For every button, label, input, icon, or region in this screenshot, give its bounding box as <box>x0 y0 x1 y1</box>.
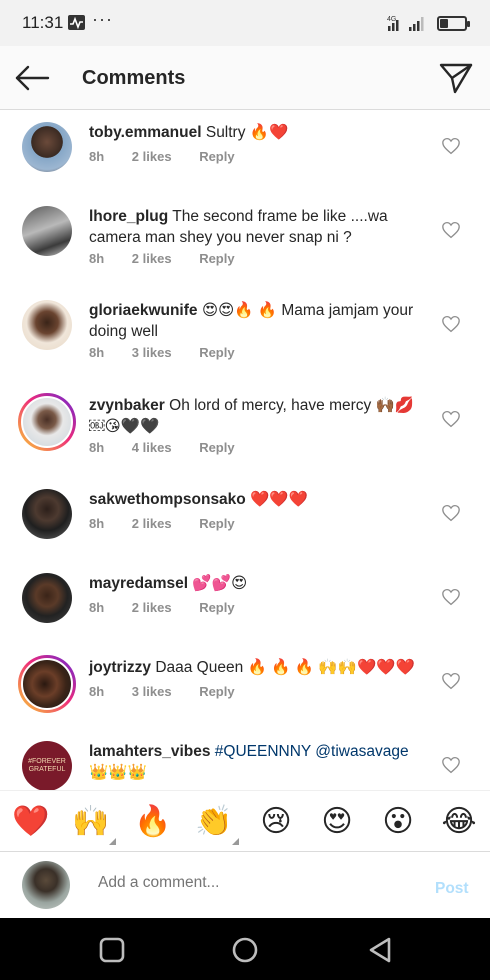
emoji-surprised-face[interactable]: 😮 <box>378 802 418 842</box>
avatar[interactable] <box>22 122 72 172</box>
status-bar: 11:31 ··· 4G <box>0 0 490 46</box>
avatar[interactable] <box>22 489 72 539</box>
emoji-clapping-hands[interactable]: 👏 <box>194 802 234 842</box>
comment-username[interactable]: mayredamsel <box>89 575 188 592</box>
comment-text: toby.emmanuel Sultry 🔥❤️ <box>89 122 429 143</box>
comment-likes[interactable]: 2 likes <box>132 149 172 164</box>
heart-outline-icon[interactable] <box>441 756 461 774</box>
network-type-label: 4G <box>387 16 396 23</box>
comment-body: 👑👑👑 <box>89 764 147 781</box>
post-button[interactable]: Post <box>435 880 469 898</box>
heart-outline-icon[interactable] <box>441 315 461 333</box>
comment-likes[interactable]: 2 likes <box>132 600 172 615</box>
skin-tone-indicator-icon <box>109 838 116 845</box>
emoji-tears-of-joy[interactable]: 😂 <box>439 802 479 842</box>
comment-body: Daaa Queen 🔥 🔥 🔥 🙌🙌❤️❤️❤️ <box>151 659 415 676</box>
paper-plane-icon[interactable] <box>438 61 474 95</box>
comment-meta: 8h 3 likes Reply <box>89 345 259 360</box>
comment-username[interactable]: sakwethompsonsako <box>89 491 246 508</box>
comment-text: lamahters_vibes #QUEENNNY @tiwasavage 👑👑… <box>89 741 429 783</box>
comment-username[interactable]: zvynbaker <box>89 397 165 414</box>
comment-time: 8h <box>89 516 105 531</box>
avatar[interactable] <box>22 573 72 623</box>
emoji-fire[interactable]: 🔥 <box>133 802 173 842</box>
comment-time: 8h <box>89 600 105 615</box>
comment-meta: 8h 2 likes Reply <box>89 149 259 164</box>
comment-text: lhore_plug The second frame be like ....… <box>89 206 429 248</box>
comment-time: 8h <box>89 440 105 455</box>
comment-time: 8h <box>89 149 105 164</box>
comment-username[interactable]: toby.emmanuel <box>89 124 202 141</box>
comment-hashtag-mention[interactable]: #QUEENNNY @tiwasavage <box>211 743 409 760</box>
avatar[interactable] <box>22 206 72 256</box>
comment-time: 8h <box>89 345 105 360</box>
signal-icon: 4G <box>387 14 433 32</box>
comment-text: gloriaekwunife 😍😍🔥 🔥 Mama jamjam your do… <box>89 300 429 342</box>
emoji-reaction-bar: ❤️ 🙌 🔥 👏 😢 😍 😮 😂 <box>0 790 490 852</box>
recent-apps-icon[interactable] <box>97 935 127 965</box>
reply-button[interactable]: Reply <box>199 149 234 164</box>
comment-likes[interactable]: 3 likes <box>132 684 172 699</box>
page-title: Comments <box>82 67 186 89</box>
comment-likes[interactable]: 3 likes <box>132 345 172 360</box>
current-user-avatar <box>22 861 70 909</box>
reply-button[interactable]: Reply <box>199 440 234 455</box>
avatar-story-ring[interactable] <box>18 655 76 713</box>
comment-meta: 8h 3 likes Reply <box>89 684 259 699</box>
skin-tone-indicator-icon <box>232 838 239 845</box>
emoji-heart[interactable]: ❤️ <box>11 802 51 842</box>
emoji-heart-eyes[interactable]: 😍 <box>317 802 357 842</box>
comment-body: ❤️❤️❤️ <box>245 491 308 508</box>
avatar[interactable]: #FOREVER GRATEFUL <box>22 741 72 791</box>
comment-input[interactable] <box>98 874 398 892</box>
comment-text: zvynbaker Oh lord of mercy, have mercy 🙌… <box>89 395 429 437</box>
comment-text: sakwethompsonsako ❤️❤️❤️ <box>89 489 429 510</box>
reply-button[interactable]: Reply <box>199 251 234 266</box>
activity-icon <box>68 15 85 30</box>
comment-meta: 8h 2 likes Reply <box>89 600 259 615</box>
heart-outline-icon[interactable] <box>441 504 461 522</box>
avatar[interactable] <box>22 300 72 350</box>
comments-header: Comments <box>0 46 490 110</box>
reply-button[interactable]: Reply <box>199 684 234 699</box>
heart-outline-icon[interactable] <box>441 672 461 690</box>
more-status-icon: ··· <box>92 9 113 29</box>
comment-meta: 8h 2 likes Reply <box>89 516 259 531</box>
comment-likes[interactable]: 4 likes <box>132 440 172 455</box>
heart-outline-icon[interactable] <box>441 137 461 155</box>
comment-username[interactable]: lamahters_vibes <box>89 743 211 760</box>
emoji-crying-face[interactable]: 😢 <box>256 802 296 842</box>
back-icon[interactable] <box>365 935 395 965</box>
heart-outline-icon[interactable] <box>441 410 461 428</box>
emoji-raised-hands[interactable]: 🙌 <box>71 802 111 842</box>
comment-time: 8h <box>89 684 105 699</box>
comment-meta: 8h 4 likes Reply <box>89 440 259 455</box>
comment-username[interactable]: gloriaekwunife <box>89 302 198 319</box>
reply-button[interactable]: Reply <box>199 345 234 360</box>
system-nav-bar <box>0 918 490 980</box>
comment-likes[interactable]: 2 likes <box>132 516 172 531</box>
heart-outline-icon[interactable] <box>441 588 461 606</box>
comment-text: joytrizzy Daaa Queen 🔥 🔥 🔥 🙌🙌❤️❤️❤️ <box>89 657 429 678</box>
heart-outline-icon[interactable] <box>441 221 461 239</box>
home-icon[interactable] <box>230 935 260 965</box>
reply-button[interactable]: Reply <box>199 600 234 615</box>
comment-username[interactable]: joytrizzy <box>89 659 151 676</box>
avatar-story-ring[interactable] <box>18 393 76 451</box>
battery-icon <box>437 16 470 31</box>
comment-meta: 8h 2 likes Reply <box>89 251 259 266</box>
status-time: 11:31 <box>22 13 64 32</box>
comment-likes[interactable]: 2 likes <box>132 251 172 266</box>
comment-composer: Post <box>0 852 490 918</box>
comment-body: Sultry 🔥❤️ <box>201 124 289 141</box>
avatar-text: #FOREVER GRATEFUL <box>28 758 66 773</box>
reply-button[interactable]: Reply <box>199 516 234 531</box>
comment-time: 8h <box>89 251 105 266</box>
comment-text: mayredamsel 💕💕😍 <box>89 573 429 594</box>
comment-username[interactable]: lhore_plug <box>89 208 168 225</box>
comment-body: 💕💕😍 <box>188 575 248 592</box>
arrow-left-icon[interactable] <box>14 63 50 93</box>
